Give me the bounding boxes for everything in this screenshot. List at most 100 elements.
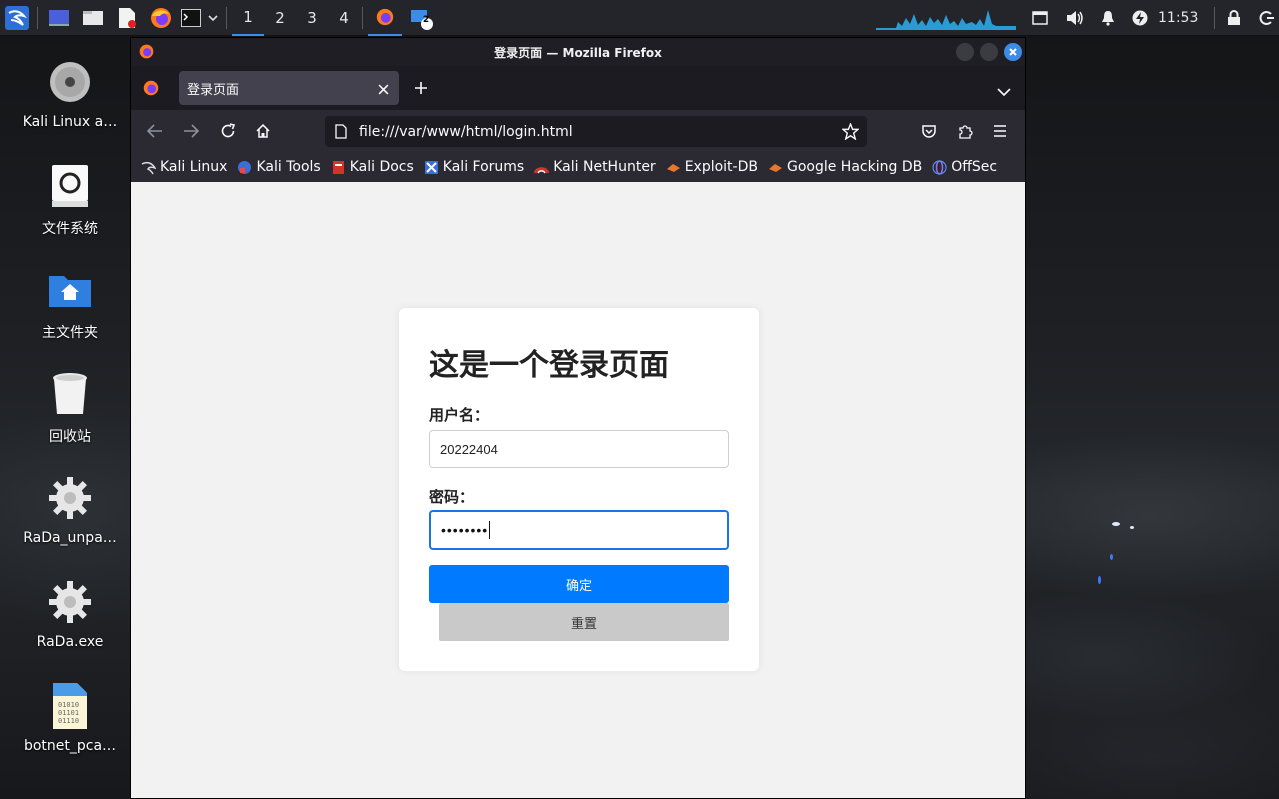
bookmark-star-button[interactable] [841, 122, 860, 144]
desktop-icon-rada-exe[interactable]: RaDa.exe [15, 578, 125, 650]
desktop-icon-kali-linux[interactable]: Kali Linux a… [15, 58, 125, 130]
workspace-2[interactable]: 2 [264, 0, 296, 36]
forward-button[interactable] [180, 120, 202, 142]
plus-icon [415, 82, 427, 94]
firefox-window: 登录页面 — Mozilla Firefox 登录页面 file:///var/… [130, 37, 1026, 799]
text-caret [489, 521, 491, 539]
back-button[interactable] [144, 120, 166, 142]
wallpaper-highlight [1110, 554, 1113, 560]
reset-button[interactable]: 重置 [439, 603, 729, 641]
password-input[interactable]: •••••••• [429, 510, 729, 550]
top-panel: 1 2 3 4 2 11:53 [0, 0, 1279, 36]
bookmark-kali-docs[interactable]: Kali Docs [331, 159, 414, 175]
gear-icon [46, 578, 94, 626]
password-mask: •••••••• [441, 522, 489, 538]
home-icon [256, 123, 270, 138]
lock-screen-button[interactable] [1227, 10, 1245, 26]
window-icon [1032, 11, 1048, 25]
firefox-icon [139, 44, 154, 63]
google-hacking-db-icon [768, 160, 783, 175]
bookmark-label: Kali Docs [349, 159, 414, 175]
maximize-button[interactable] [980, 43, 998, 61]
lightning-icon [1132, 10, 1148, 26]
file-manager-launcher[interactable] [80, 0, 106, 36]
power-manager-tray-button[interactable] [1132, 10, 1150, 26]
tab-login-page[interactable]: 登录页面 [179, 71, 399, 105]
desktop-icon-rada-unpacked[interactable]: RaDa_unpa… [15, 474, 125, 546]
chevron-down-icon [997, 88, 1011, 97]
desktop-icon [49, 10, 69, 26]
desktop-icon-label: 文件系统 [42, 221, 98, 237]
home-button[interactable] [252, 120, 274, 142]
desktop-icon-home-folder[interactable]: 主文件夹 [15, 266, 125, 342]
url-text[interactable]: file:///var/www/html/login.html [359, 124, 573, 140]
extensions-button[interactable] [954, 120, 976, 142]
url-bar[interactable]: file:///var/www/html/login.html [325, 116, 867, 147]
text-editor-launcher[interactable] [114, 0, 140, 36]
workspace-4[interactable]: 4 [328, 0, 360, 36]
bookmark-label: Kali Linux [160, 159, 228, 175]
nethunter-icon [534, 160, 550, 175]
workspace-1[interactable]: 1 [232, 0, 264, 36]
notifications-tray-button[interactable] [1100, 10, 1118, 26]
desktop-icon-filesystem[interactable]: 文件系统 [15, 162, 125, 238]
submit-button[interactable]: 确定 [429, 565, 729, 603]
window-count-badge: 2 [422, 15, 430, 25]
gear-icon [46, 474, 94, 522]
terminal-dropdown[interactable] [205, 0, 221, 36]
kali-dragon-icon [141, 160, 156, 175]
kali-menu-button[interactable] [4, 0, 30, 36]
bookmark-kali-forums[interactable]: Kali Forums [424, 159, 524, 175]
bookmark-exploit-db[interactable]: Exploit-DB [666, 159, 758, 175]
close-button[interactable] [1004, 43, 1022, 61]
terminal-icon [181, 9, 201, 27]
taskbar-firefox-window[interactable] [368, 0, 402, 36]
pocket-button[interactable] [918, 120, 940, 142]
disc-icon [46, 58, 94, 106]
bookmark-google-hacking-db[interactable]: Google Hacking DB [768, 159, 922, 175]
trash-icon [46, 370, 94, 418]
list-all-tabs-button[interactable] [997, 82, 1011, 101]
reload-button[interactable] [217, 120, 239, 142]
firefox-view-button[interactable] [143, 80, 159, 100]
firefox-launcher[interactable] [148, 0, 174, 36]
panel-separator [362, 7, 363, 29]
username-input[interactable]: 20222404 [429, 430, 729, 468]
bookmark-kali-tools[interactable]: Kali Tools [237, 159, 321, 175]
volume-icon [1067, 11, 1083, 25]
wallpaper-highlight [1130, 526, 1134, 529]
desktop-icon-trash[interactable]: 回收站 [15, 370, 125, 446]
logout-icon [1259, 11, 1275, 25]
desktop-icon-label: RaDa_unpa… [23, 530, 117, 546]
window-titlebar[interactable]: 登录页面 — Mozilla Firefox [131, 38, 1025, 66]
workspace-3[interactable]: 3 [296, 0, 328, 36]
logout-button[interactable] [1259, 10, 1277, 26]
desktop-icon-botnet-pcap[interactable]: 01010 01101 01110 botnet_pca… [15, 682, 125, 754]
page-info-icon[interactable] [335, 124, 347, 143]
minimize-button[interactable] [956, 43, 974, 61]
panel-separator [1214, 7, 1216, 29]
volume-tray-button[interactable] [1066, 10, 1086, 26]
panel-clock[interactable]: 11:53 [1158, 10, 1198, 26]
folder-icon [83, 11, 103, 25]
app-menu-button[interactable] [989, 120, 1011, 142]
tab-close-button[interactable] [378, 80, 389, 99]
desktop-icon-label: Kali Linux a… [22, 114, 118, 130]
new-tab-button[interactable] [413, 80, 429, 100]
show-desktop-button[interactable] [46, 0, 72, 36]
screenshot-tray-button[interactable] [1032, 11, 1050, 25]
bookmark-offsec[interactable]: OffSec [932, 159, 997, 175]
exploit-db-icon [666, 160, 681, 175]
firefox-icon [376, 8, 394, 26]
taskbar-file-manager-windows[interactable]: 2 [406, 0, 436, 36]
window-title: 登录页面 — Mozilla Firefox [494, 45, 662, 60]
panel-separator [226, 7, 227, 29]
bookmark-kali-nethunter[interactable]: Kali NetHunter [534, 159, 656, 175]
reload-icon [221, 123, 236, 138]
bookmark-label: Kali Tools [256, 159, 321, 175]
hamburger-menu-icon [994, 125, 1006, 137]
tab-title: 登录页面 [187, 82, 240, 98]
offsec-icon [932, 159, 947, 175]
terminal-launcher[interactable] [180, 0, 202, 36]
bookmark-kali-linux[interactable]: Kali Linux [141, 159, 227, 175]
